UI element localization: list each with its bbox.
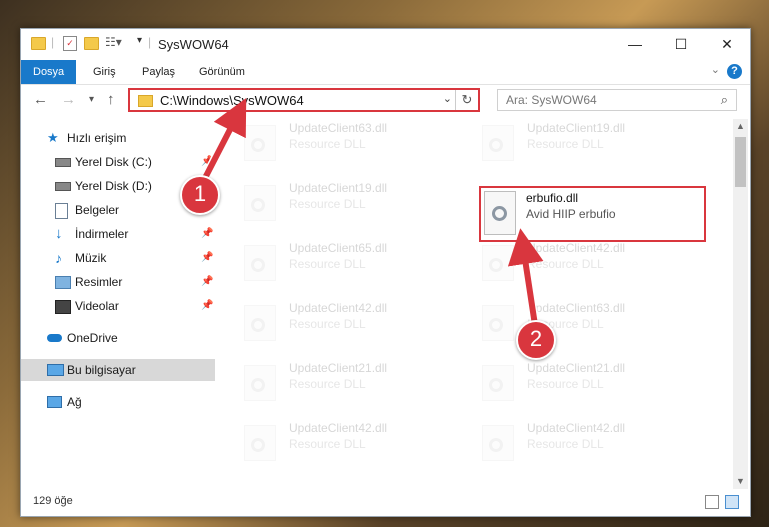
step-badge-1: 1 <box>180 175 220 215</box>
annotation-arrows <box>199 97 544 326</box>
arrow-1 <box>201 97 247 182</box>
step-badge-2: 2 <box>516 320 556 360</box>
